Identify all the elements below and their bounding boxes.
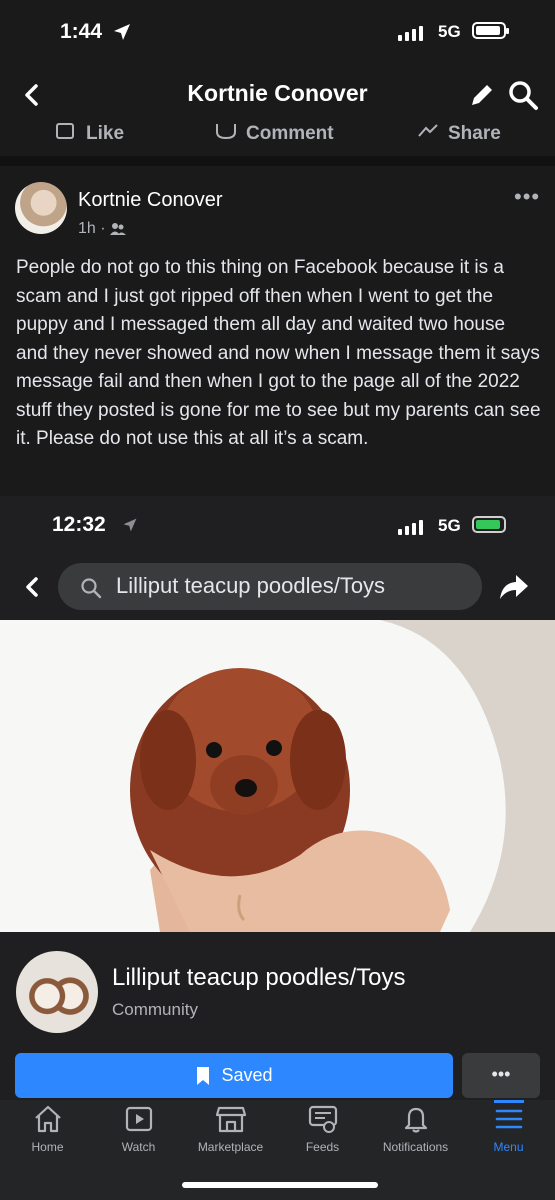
tab-marketplace[interactable]: Marketplace	[183, 1104, 278, 1154]
menu-icon	[495, 1109, 522, 1129]
like-label: Like	[86, 123, 125, 144]
tab-feeds[interactable]: Feeds	[275, 1104, 370, 1154]
tab-watch[interactable]: Watch	[91, 1104, 186, 1154]
active-tab-indicator	[494, 1100, 524, 1103]
post-text: People do not go to this thing on Facebo…	[16, 257, 541, 449]
embedded-more-button: •••	[462, 1053, 540, 1098]
marketplace-icon	[215, 1106, 246, 1133]
tab-menu-label: Menu	[493, 1140, 524, 1154]
embedded-search-text: Lilliput teacup poodles/Toys	[116, 573, 386, 598]
home-indicator[interactable]	[182, 1182, 378, 1188]
post-actions-row: Like Comment Share	[0, 120, 555, 144]
embedded-network-label: 5G	[438, 516, 461, 535]
location-arrow-icon	[123, 518, 137, 532]
like-button[interactable]: Like	[54, 122, 124, 144]
bookmark-icon	[197, 1066, 210, 1085]
comment-icon	[216, 124, 236, 140]
status-time: 1:44	[60, 20, 103, 43]
battery-icon	[472, 22, 509, 39]
tab-marketplace-label: Marketplace	[197, 1140, 264, 1154]
share-arrow-icon	[500, 575, 528, 599]
page-name: Lilliput teacup poodles/Toys	[112, 964, 406, 991]
embedded-back-icon	[26, 577, 38, 597]
tab-home[interactable]: Home	[0, 1104, 95, 1154]
watch-icon	[125, 1106, 152, 1132]
post-options-button[interactable]: •••	[514, 184, 540, 210]
tab-notifications-label: Notifications	[382, 1140, 449, 1154]
comment-label: Comment	[246, 123, 334, 144]
post-meta: 1h ·	[78, 220, 126, 238]
share-button[interactable]: Share	[416, 122, 501, 144]
saved-button: Saved	[15, 1053, 453, 1098]
friends-icon	[109, 223, 126, 235]
search-icon	[81, 578, 102, 599]
charging-battery-icon	[472, 516, 506, 533]
tab-menu[interactable]: Menu	[461, 1104, 555, 1154]
search-button[interactable]	[506, 78, 540, 112]
signal-icon	[398, 26, 423, 41]
page-avatar	[16, 951, 98, 1033]
tab-feeds-label: Feeds	[305, 1140, 340, 1154]
edit-button[interactable]	[466, 80, 498, 110]
thumbs-up-icon	[56, 123, 74, 139]
bell-icon	[404, 1107, 427, 1133]
embedded-status-time: 12:32	[52, 513, 106, 536]
tab-notifications[interactable]: Notifications	[368, 1104, 463, 1154]
feeds-icon	[308, 1105, 337, 1133]
embedded-signal-icon	[398, 520, 423, 535]
tab-watch-label: Watch	[121, 1140, 156, 1154]
saved-label: Saved	[221, 1065, 273, 1085]
section-divider	[0, 156, 555, 166]
post-author[interactable]: Kortnie Conover	[78, 189, 223, 212]
tab-home-label: Home	[31, 1140, 64, 1154]
location-arrow-icon	[114, 24, 130, 40]
page-type: Community	[112, 1000, 198, 1019]
share-icon	[418, 124, 438, 137]
author-avatar[interactable]	[15, 182, 67, 234]
comment-button[interactable]: Comment	[214, 122, 334, 144]
network-label: 5G	[438, 22, 461, 41]
share-label: Share	[448, 123, 501, 144]
home-icon	[34, 1105, 61, 1133]
post-time: 1h ·	[78, 220, 106, 237]
puppy-photo	[0, 620, 555, 932]
